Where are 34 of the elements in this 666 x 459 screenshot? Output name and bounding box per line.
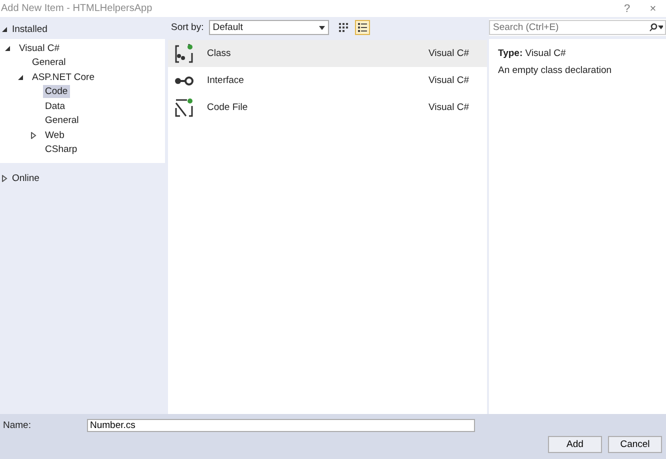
tree-item[interactable]: CSharp <box>43 143 80 156</box>
expand-icon[interactable] <box>4 44 11 52</box>
template-item[interactable]: Class Visual C# <box>168 40 487 67</box>
description: An empty class declaration <box>498 64 613 78</box>
tree-item[interactable]: ASP.NET Core <box>30 70 96 84</box>
name-field[interactable]: Number.cs <box>87 418 475 432</box>
list-view-button[interactable] <box>354 20 370 35</box>
tree-item[interactable]: Visual C# <box>17 42 62 55</box>
expand-icon[interactable] <box>17 74 24 81</box>
type-label: Type: <box>498 48 523 59</box>
tree-item[interactable]: Online <box>0 168 168 188</box>
tree-item[interactable]: General <box>30 56 68 70</box>
tree-item[interactable]: Installed <box>0 19 168 39</box>
expand-icon[interactable] <box>30 132 37 139</box>
tree-item[interactable]: Data <box>43 100 68 113</box>
name-label: Name: <box>3 420 32 430</box>
type-value: Visual C# <box>525 48 566 59</box>
expand-icon[interactable] <box>1 26 8 32</box>
dialog-button[interactable]: Add <box>548 436 602 453</box>
expand-icon[interactable] <box>1 174 8 182</box>
tree-item[interactable]: General <box>43 114 81 128</box>
tree-item[interactable]: Web <box>43 128 66 142</box>
close-button[interactable]: × <box>640 2 666 14</box>
help-button[interactable]: ? <box>614 2 640 14</box>
tree-item[interactable]: Code <box>43 85 70 98</box>
dialog-button[interactable]: Cancel <box>608 436 662 453</box>
caret-icon <box>318 26 325 30</box>
window-title: Add New Item - HTMLHelpersApp <box>0 3 154 14</box>
class-icon <box>174 44 194 64</box>
code-file-icon <box>174 98 194 118</box>
sort-label: Sort by: <box>171 22 204 33</box>
template-item[interactable]: Code File Visual C# <box>168 94 487 121</box>
sort-dropdown[interactable]: Default <box>208 20 329 35</box>
template-item[interactable]: Interface Visual C# <box>168 67 487 94</box>
